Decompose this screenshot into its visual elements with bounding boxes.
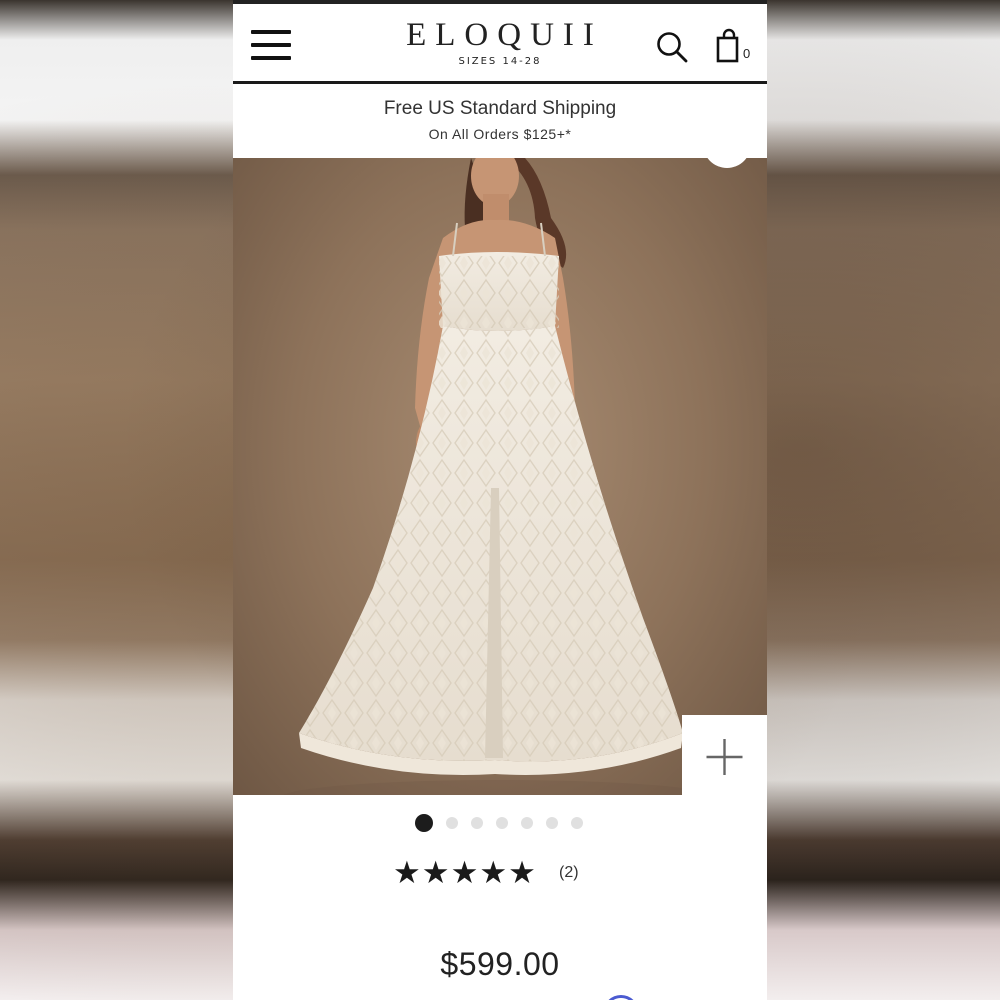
carousel-dot-2[interactable] [446,817,458,829]
product-price: $599.00 [440,946,560,982]
carousel-dot-4[interactable] [496,817,508,829]
shopping-bag-icon [716,28,739,63]
search-icon[interactable] [655,30,689,64]
carousel-dot-6[interactable] [546,817,558,829]
site-header: ELOQUII SIZES 14-28 0 [233,4,767,84]
product-image[interactable] [233,158,767,795]
zoom-button[interactable] [682,715,767,795]
cart-button[interactable]: 0 [715,28,755,68]
chat-bubble-icon[interactable] [603,995,639,1000]
promo-subline: On All Orders $125+* [428,126,572,142]
mobile-page: ELOQUII SIZES 14-28 0 Free US Standard S… [233,0,767,1000]
star-rating-icons: ★★★★★ [393,855,537,890]
carousel-dot-3[interactable] [471,817,483,829]
carousel-dot-5[interactable] [521,817,533,829]
carousel-dot-1[interactable] [415,814,433,832]
plus-icon [706,739,743,775]
shipping-promo-banner[interactable]: Free US Standard Shipping On All Orders … [233,84,767,158]
carousel-dot-7[interactable] [571,817,583,829]
review-count: (2) [559,864,579,881]
carousel-dots [233,813,767,833]
promo-headline: Free US Standard Shipping [383,98,617,119]
dress-illustration [283,158,717,795]
cart-count: 0 [743,46,751,61]
